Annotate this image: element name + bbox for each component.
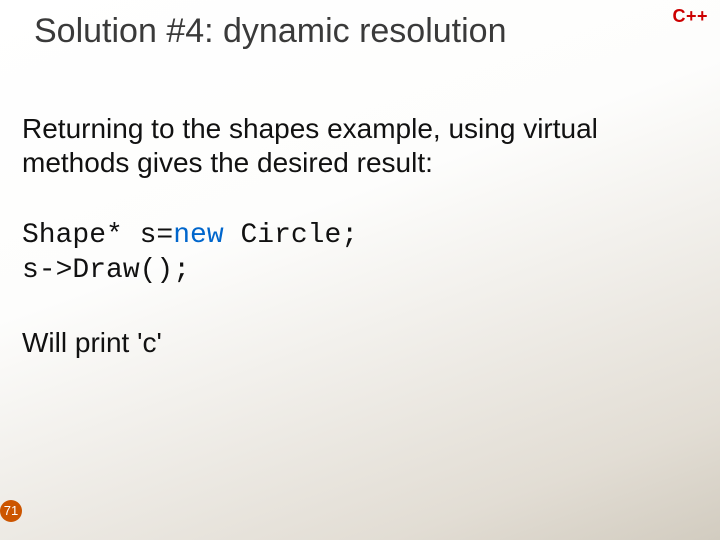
- slide-title: Solution #4: dynamic resolution: [34, 12, 507, 51]
- intro-text: Returning to the shapes example, using v…: [22, 112, 698, 180]
- language-badge: C++: [672, 6, 708, 27]
- slide: C++ Solution #4: dynamic resolution Retu…: [0, 0, 720, 540]
- outro-text: Will print 'c': [22, 326, 698, 360]
- code-block: Shape* s=new Circle; s->Draw();: [22, 218, 698, 288]
- slide-body: Returning to the shapes example, using v…: [22, 112, 698, 360]
- code-keyword-new: new: [173, 220, 223, 251]
- code-text: Circle;: [224, 220, 358, 251]
- page-number-badge: 71: [0, 500, 22, 522]
- code-text: s->Draw();: [22, 255, 190, 286]
- code-text: Shape* s=: [22, 220, 173, 251]
